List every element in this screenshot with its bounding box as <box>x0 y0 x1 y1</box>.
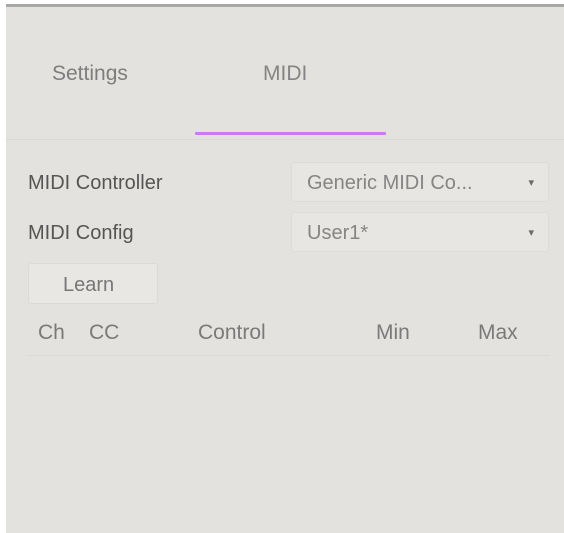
chevron-down-icon: ▾ <box>528 227 534 239</box>
tab-bar: Settings MIDI <box>6 7 564 140</box>
midi-controller-value: Generic MIDI Co... <box>307 172 473 194</box>
learn-button[interactable]: Learn <box>28 263 158 304</box>
column-header-control: Control <box>198 321 266 344</box>
active-tab-indicator <box>195 132 386 135</box>
tab-midi[interactable]: MIDI <box>263 62 307 86</box>
midi-config-label: MIDI Config <box>28 222 134 244</box>
column-header-min: Min <box>376 321 410 344</box>
midi-settings-panel: Settings MIDI MIDI Controller Generic MI… <box>6 4 564 533</box>
midi-config-value: User1* <box>307 222 369 244</box>
tab-settings[interactable]: Settings <box>52 62 128 86</box>
column-header-ch: Ch <box>38 321 65 344</box>
mapping-table-header: Ch CC Control Min Max <box>28 313 550 356</box>
midi-controller-dropdown[interactable]: Generic MIDI Co... ▾ <box>291 162 549 202</box>
learn-button-label: Learn <box>63 274 115 296</box>
midi-config-dropdown[interactable]: User1* ▾ <box>291 212 549 252</box>
column-header-max: Max <box>478 321 518 344</box>
midi-controller-label: MIDI Controller <box>28 172 163 194</box>
chevron-down-icon: ▾ <box>528 177 534 189</box>
column-header-cc: CC <box>89 321 120 344</box>
